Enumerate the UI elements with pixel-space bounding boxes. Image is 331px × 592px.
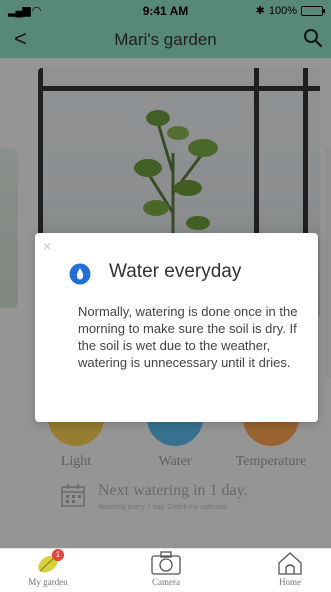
- close-icon[interactable]: ×: [43, 238, 51, 254]
- home-icon: [278, 552, 302, 575]
- tab-home[interactable]: Home: [250, 551, 330, 587]
- notification-badge: 1: [52, 549, 64, 561]
- dialog-body: Normally, watering is done once in the m…: [78, 304, 298, 370]
- watering-info-dialog: × Water everyday Normally, watering is d…: [35, 233, 318, 422]
- tab-camera-label: Camera: [152, 577, 180, 587]
- tab-my-garden[interactable]: 1 My garden: [8, 549, 88, 587]
- tab-camera[interactable]: Camera: [126, 551, 206, 587]
- tab-my-garden-label: My garden: [28, 577, 68, 587]
- water-drop-icon: [69, 263, 91, 285]
- dialog-title: Water everyday: [109, 261, 242, 282]
- tab-bar: 1 My garden Camera Home: [0, 548, 331, 592]
- camera-icon: [151, 551, 181, 575]
- tab-home-label: Home: [279, 577, 301, 587]
